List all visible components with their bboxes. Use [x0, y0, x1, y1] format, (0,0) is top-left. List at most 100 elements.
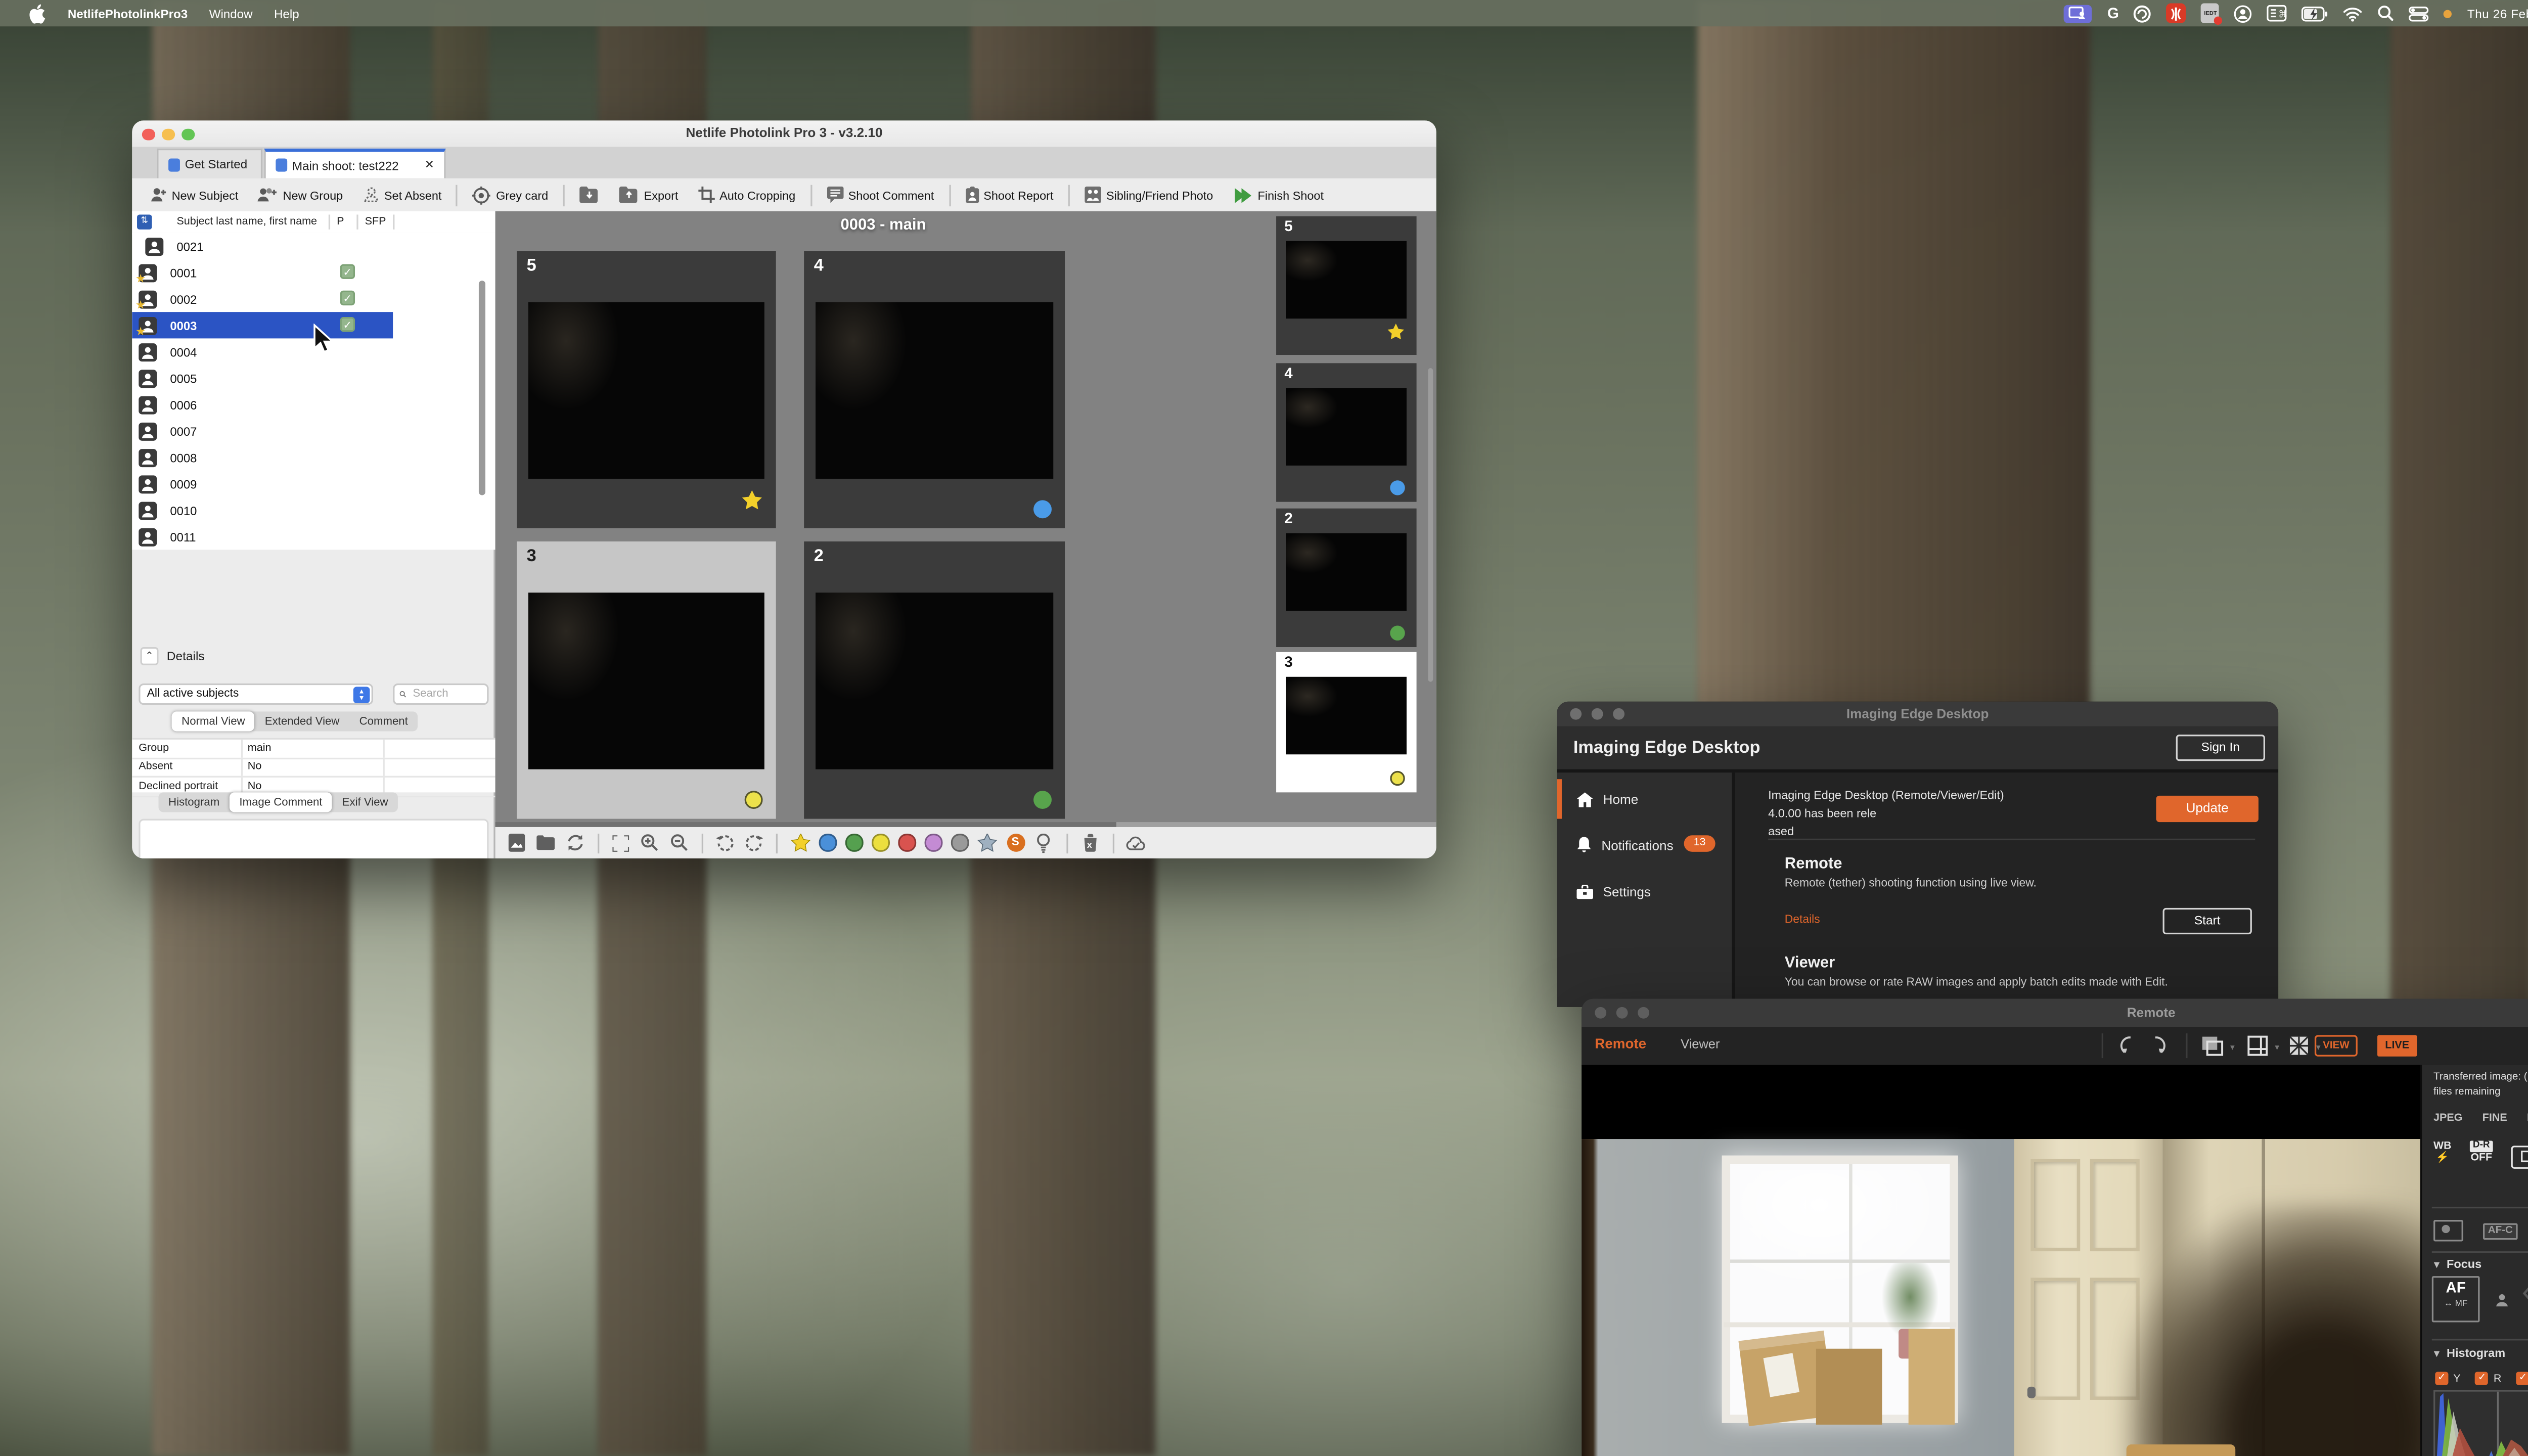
rotate-left-icon[interactable]: [715, 833, 735, 852]
iedt-app-icon[interactable]: IEDT: [2201, 3, 2223, 25]
filmstrip-scrollbar[interactable]: [1428, 368, 1433, 682]
tab-comment[interactable]: Comment: [349, 711, 418, 731]
tab-extended-view[interactable]: Extended View: [255, 711, 349, 731]
tab-viewer[interactable]: Viewer: [1681, 1037, 1720, 1052]
details-collapse-button[interactable]: ⌃: [140, 647, 159, 665]
tab-exif-view[interactable]: Exif View: [332, 792, 398, 812]
tab-image-comment[interactable]: Image Comment: [229, 792, 333, 812]
filmstrip-item-2[interactable]: 2: [1276, 508, 1417, 647]
subject-row[interactable]: 0006: [132, 391, 495, 418]
purple-label-button[interactable]: [924, 834, 942, 852]
new-group-button[interactable]: New Group: [250, 181, 351, 208]
subject-filter-select[interactable]: All active subjects ▲ ▼: [139, 683, 373, 705]
subject-list-scrollbar[interactable]: [478, 281, 485, 495]
menu-window[interactable]: Window: [209, 6, 253, 20]
rotate-ccw-icon[interactable]: [2118, 1035, 2135, 1055]
search-input[interactable]: [409, 687, 482, 702]
battery-icon[interactable]: [2302, 6, 2328, 21]
photo-cell-4[interactable]: 4: [804, 251, 1065, 528]
tab-get-started[interactable]: Get Started: [157, 148, 263, 178]
photo-thumbnail[interactable]: [528, 593, 764, 769]
import-button[interactable]: [571, 181, 608, 208]
layout-grid-icon[interactable]: [2288, 1035, 2310, 1056]
gray-label-button[interactable]: [951, 834, 969, 852]
search-field[interactable]: [393, 683, 489, 705]
subject-row[interactable]: 0010: [132, 497, 495, 523]
image-comment-box[interactable]: [139, 818, 489, 858]
lightbulb-icon[interactable]: [1033, 833, 1053, 852]
fine-label[interactable]: FINE: [2482, 1112, 2507, 1123]
film-thumbnail[interactable]: [1286, 533, 1407, 611]
shoot-comment-button[interactable]: Shoot Comment: [819, 181, 942, 208]
delete-icon[interactable]: x: [1080, 833, 1100, 852]
blue-label-button[interactable]: [819, 834, 836, 852]
creative-cloud-icon[interactable]: [2134, 4, 2152, 22]
filmstrip-item-5[interactable]: 5: [1276, 216, 1417, 355]
yellow-marker-icon[interactable]: [744, 791, 763, 809]
horizontal-scrollbar[interactable]: [495, 822, 1436, 827]
fullscreen-icon[interactable]: [611, 833, 630, 852]
green-marker-icon[interactable]: [1033, 791, 1052, 809]
gray-star-button[interactable]: [977, 833, 998, 852]
cloud-sync-icon[interactable]: [1126, 833, 1146, 852]
user-account-icon[interactable]: [2234, 4, 2252, 22]
tab-normal-view[interactable]: Normal View: [171, 711, 255, 732]
green-marker-icon[interactable]: [1390, 625, 1405, 641]
focus-area-icon[interactable]: [2511, 1146, 2528, 1169]
zoom-out-icon[interactable]: [668, 833, 688, 852]
face-focus-icon[interactable]: [2495, 1286, 2509, 1316]
menu-app-name[interactable]: NetlifePhotolinkPro3: [68, 6, 188, 20]
tab-main-shoot[interactable]: Main shoot: test222 ✕: [264, 148, 446, 178]
s-label-button[interactable]: S: [1006, 833, 1025, 852]
wb-flash-setting[interactable]: WB ⚡: [2433, 1141, 2451, 1165]
subject-row[interactable]: 0007: [132, 418, 495, 444]
control-center-icon[interactable]: [2409, 6, 2429, 21]
star-marker-icon[interactable]: [741, 489, 762, 519]
af-mf-button[interactable]: AF ↔ MF: [2431, 1276, 2480, 1323]
subject-row[interactable]: 0005: [132, 365, 495, 391]
photo-thumbnail[interactable]: [816, 593, 1054, 769]
subject-row[interactable]: ★ 0002 ✓: [132, 286, 495, 312]
export-button[interactable]: Export: [611, 181, 686, 208]
remote-titlebar[interactable]: Remote: [1582, 998, 2528, 1027]
live-view[interactable]: [1582, 1065, 2420, 1456]
grammarly-icon[interactable]: G: [2107, 5, 2119, 22]
star-marker-icon[interactable]: [1387, 318, 1405, 348]
layout-single-icon[interactable]: [2201, 1035, 2224, 1056]
image-icon[interactable]: [507, 833, 526, 852]
photo-thumbnail[interactable]: [816, 302, 1054, 479]
photo-cell-2[interactable]: 2: [804, 541, 1065, 819]
auto-cropping-button[interactable]: Auto Cropping: [690, 181, 803, 208]
rotate-cw-icon[interactable]: [2151, 1035, 2168, 1055]
focus-far-fast-icon[interactable]: [2521, 1284, 2528, 1302]
sidebar-item-settings[interactable]: Settings: [1557, 872, 1732, 911]
screen-mirroring-icon[interactable]: [2064, 4, 2093, 23]
finish-shoot-button[interactable]: Finish Shoot: [1225, 181, 1332, 208]
af-mode-chip[interactable]: AF-C: [2483, 1222, 2518, 1239]
subject-row[interactable]: 0008: [132, 444, 495, 470]
photolink-titlebar[interactable]: Netlife Photolink Pro 3 - v3.2.10: [132, 120, 1436, 149]
apple-menu-icon[interactable]: [28, 3, 47, 24]
blue-marker-icon[interactable]: [1033, 500, 1052, 519]
view-badge[interactable]: VIEW: [2314, 1035, 2358, 1057]
subject-row[interactable]: 0021: [132, 233, 495, 259]
film-thumbnail[interactable]: [1286, 388, 1407, 466]
zoom-in-icon[interactable]: [640, 833, 659, 852]
film-thumbnail[interactable]: [1286, 676, 1407, 755]
check-y[interactable]: ✓ Y: [2435, 1372, 2461, 1385]
dropdown-caret-icon[interactable]: ▼: [2229, 1043, 2236, 1052]
rotate-right-icon[interactable]: [744, 833, 763, 852]
photo-cell-5[interactable]: 5: [517, 251, 776, 528]
shoot-report-button[interactable]: Shoot Report: [957, 181, 1062, 208]
photo-cell-3[interactable]: 3: [517, 541, 776, 819]
dr-off-setting[interactable]: D-R OFF: [2469, 1141, 2494, 1164]
column-name[interactable]: Subject last name, first name: [176, 216, 317, 228]
column-p[interactable]: P: [337, 216, 344, 228]
grey-card-button[interactable]: Grey card: [465, 181, 556, 208]
start-button[interactable]: Start: [2162, 907, 2252, 935]
check-g[interactable]: ✓G: [2516, 1372, 2528, 1385]
filmstrip-item-3-selected[interactable]: 3: [1276, 652, 1417, 793]
column-sfp[interactable]: SFP: [365, 216, 386, 228]
subject-list-header[interactable]: ⇅ Subject last name, first name P SFP: [132, 211, 495, 235]
sidebar-item-notifications[interactable]: Notifications 13: [1557, 826, 1732, 865]
